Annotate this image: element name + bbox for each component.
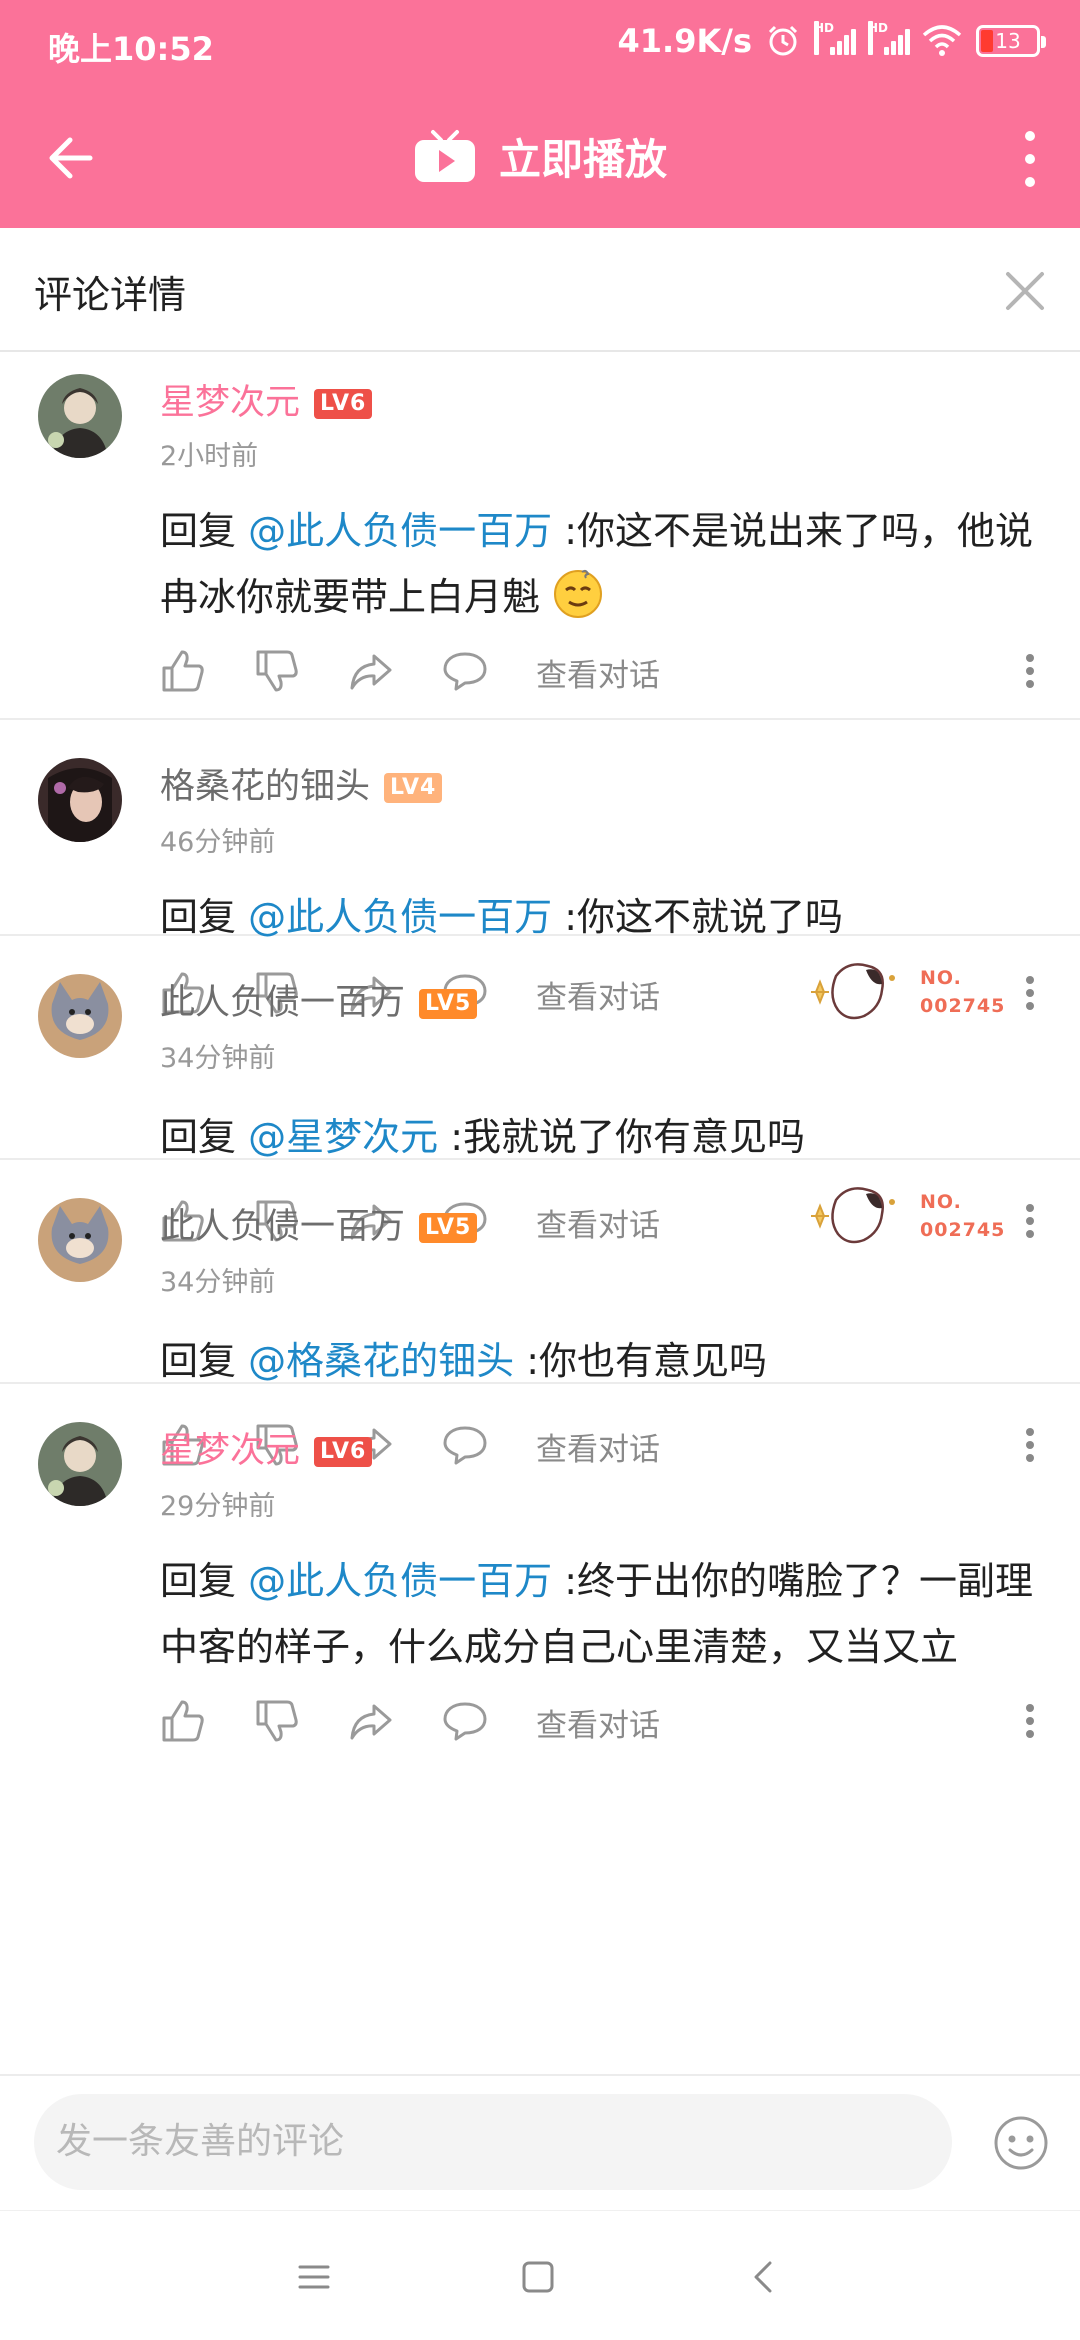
username[interactable]: 格桑花的钿头 LV4 bbox=[160, 758, 443, 809]
status-bar: 晚上10:52 41.9K/s HD HD 13 bbox=[0, 0, 1080, 90]
username[interactable]: 此人负债一百万 LV5 bbox=[160, 1198, 478, 1249]
level-badge: LV5 bbox=[419, 1213, 478, 1243]
fan-badge: NO. 002745 bbox=[808, 1180, 1028, 1264]
username[interactable]: 此人负债一百万 LV5 bbox=[160, 974, 478, 1025]
level-badge: LV4 bbox=[384, 773, 443, 803]
signal-icon-2: HD bbox=[868, 21, 910, 57]
avatar[interactable] bbox=[38, 1422, 122, 1506]
comment-input[interactable]: 发一条友善的评论 bbox=[34, 2094, 952, 2190]
signal-icon-1: HD bbox=[814, 21, 856, 57]
comment-icon[interactable] bbox=[442, 1698, 488, 1744]
dog-badge-icon bbox=[811, 963, 895, 1020]
mention-link[interactable]: @此人负债一百万 bbox=[248, 895, 552, 939]
network-speed: 41.9K/s bbox=[617, 22, 752, 60]
dog-badge-icon bbox=[811, 1187, 895, 1244]
comment-text: 回复 @此人负债一百万 :终于出你的嘴脸了？一副理中客的样子，什么成分自己心里清… bbox=[160, 1559, 1033, 1669]
like-icon[interactable] bbox=[160, 648, 206, 694]
view-conversation-link[interactable]: 查看对话 bbox=[536, 1700, 660, 1745]
comment-input-bar: 发一条友善的评论 bbox=[0, 2074, 1080, 2210]
view-conversation-link[interactable]: 查看对话 bbox=[536, 650, 660, 695]
play-now-button[interactable]: 立即播放 bbox=[0, 126, 1080, 187]
level-badge: LV5 bbox=[419, 989, 478, 1019]
comment-time: 29分钟前 bbox=[160, 1491, 276, 1522]
comment-time: 34分钟前 bbox=[160, 1043, 276, 1074]
more-icon[interactable] bbox=[1020, 1696, 1040, 1746]
share-icon[interactable] bbox=[348, 1698, 394, 1744]
detail-title: 评论详情 bbox=[34, 273, 187, 317]
nav-bar: 立即播放 bbox=[0, 90, 1080, 228]
menu-icon[interactable] bbox=[294, 2257, 334, 2297]
nav-title: 立即播放 bbox=[498, 135, 667, 184]
comment-text: 回复 @此人负债一百万 :你这不是说出来了吗，他说冉冰你就要带上白月魁 bbox=[160, 509, 1033, 619]
status-icons: 41.9K/s HD HD 13 bbox=[617, 21, 1046, 60]
battery-icon: 13 bbox=[976, 25, 1046, 57]
comment-list: 星梦次元 LV6 2小时前 回复 @此人负债一百万 :你这不是说出来了吗，他说冉冰… bbox=[0, 352, 1080, 1746]
alarm-icon bbox=[768, 25, 798, 56]
share-icon[interactable] bbox=[348, 648, 394, 694]
close-icon[interactable] bbox=[1000, 266, 1050, 316]
comment-item: 星梦次元 LV6 2小时前 回复 @此人负债一百万 :你这不是说出来了吗，他说冉冰… bbox=[0, 352, 1080, 720]
level-badge: LV6 bbox=[314, 1437, 373, 1467]
status-time: 晚上10:52 bbox=[48, 30, 214, 68]
home-square-icon[interactable] bbox=[518, 2257, 558, 2297]
comment-item: 星梦次元 LV6 29分钟前 回复 @此人负债一百万 :终于出你的嘴脸了？一副理中… bbox=[0, 1384, 1080, 1746]
username[interactable]: 星梦次元 LV6 bbox=[160, 374, 373, 425]
avatar[interactable] bbox=[38, 758, 122, 842]
dislike-icon[interactable] bbox=[254, 1698, 300, 1744]
comment-item: 此人负债一百万 LV5 NO. 002745 34分钟前 回复 @星梦次元 :我就说… bbox=[0, 936, 1080, 1244]
avatar[interactable] bbox=[38, 974, 122, 1058]
emoji-icon[interactable] bbox=[992, 2114, 1050, 2172]
system-navigation-bar bbox=[0, 2210, 1080, 2340]
badge-number: NO. 002745 bbox=[920, 967, 1006, 1017]
back-chevron-icon[interactable] bbox=[744, 2257, 784, 2297]
like-icon[interactable] bbox=[160, 1698, 206, 1744]
comment-detail-header: 评论详情 bbox=[0, 228, 1080, 352]
comment-item: 此人负债一百万 LV5 NO. 002745 34分钟前 回复 @格桑花的钿头 :你… bbox=[0, 1160, 1080, 1468]
avatar[interactable] bbox=[38, 1198, 122, 1282]
level-badge: LV6 bbox=[314, 389, 373, 419]
comment-time: 34分钟前 bbox=[160, 1267, 276, 1298]
comment-time: 2小时前 bbox=[160, 441, 259, 472]
more-icon[interactable] bbox=[1020, 646, 1040, 696]
badge-number: NO. 002745 bbox=[920, 1191, 1006, 1241]
mention-link[interactable]: @格桑花的钿头 bbox=[248, 1339, 514, 1383]
comment-item: 格桑花的钿头 LV4 46分钟前 回复 @此人负债一百万 :你这不就说了吗 查看对… bbox=[0, 720, 1080, 1016]
mention-link[interactable]: @此人负债一百万 bbox=[248, 509, 552, 553]
more-vertical-icon[interactable] bbox=[1010, 124, 1050, 194]
mention-link[interactable]: @此人负债一百万 bbox=[248, 1559, 552, 1603]
fan-badge: NO. 002745 bbox=[808, 956, 1028, 1040]
action-bar: 查看对话 bbox=[160, 1692, 1040, 1752]
tv-play-icon bbox=[414, 129, 475, 182]
comment-time: 46分钟前 bbox=[160, 827, 276, 858]
wifi-icon bbox=[922, 25, 962, 56]
comment-icon[interactable] bbox=[442, 648, 488, 694]
avatar[interactable] bbox=[38, 374, 122, 458]
action-bar: 查看对话 bbox=[160, 642, 1040, 702]
mention-link[interactable]: @星梦次元 bbox=[248, 1115, 438, 1159]
dizzy-face-emoji-icon bbox=[554, 569, 603, 618]
top-bar: 晚上10:52 41.9K/s HD HD 13 立即播放 bbox=[0, 0, 1080, 228]
dislike-icon[interactable] bbox=[254, 648, 300, 694]
username[interactable]: 星梦次元 LV6 bbox=[160, 1422, 373, 1473]
